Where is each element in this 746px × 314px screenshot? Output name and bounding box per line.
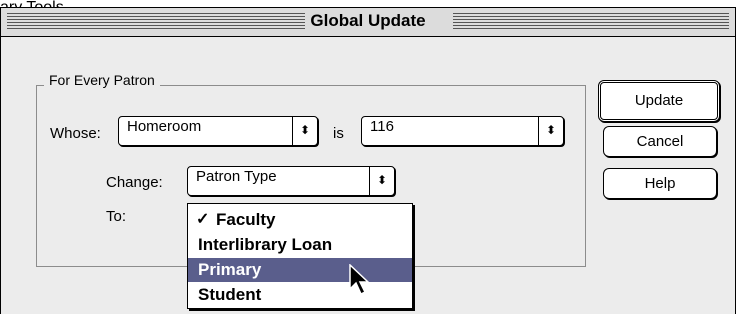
menu-item-faculty[interactable]: ✓ Faculty <box>188 208 412 232</box>
up-down-arrows-icon: ⬍ <box>292 117 317 145</box>
mouse-pointer-icon <box>349 264 370 296</box>
whose-label: Whose: <box>50 125 101 142</box>
is-value: 116 <box>370 118 394 135</box>
change-value: Patron Type <box>196 168 277 185</box>
cancel-button[interactable]: Cancel <box>603 126 717 157</box>
whose-field-popup[interactable]: Homeroom ⬍ <box>118 116 318 146</box>
menu-item-primary[interactable]: Primary <box>188 258 412 282</box>
is-value-popup[interactable]: 116 ⬍ <box>361 116 564 146</box>
dialog-title: Global Update <box>305 11 431 30</box>
checkmark-icon: ✓ <box>196 211 210 228</box>
change-label: Change: <box>106 174 163 191</box>
to-label: To: <box>106 208 127 225</box>
up-down-arrows-icon: ⬍ <box>369 167 394 195</box>
menu-item-label: Student <box>198 285 262 304</box>
update-button[interactable]: Update <box>598 80 720 122</box>
menu-item-interlibrary-loan[interactable]: Interlibrary Loan <box>188 233 412 257</box>
whose-field-value: Homeroom <box>127 118 202 135</box>
title-bar[interactable]: Global Update <box>1 8 735 37</box>
menu-item-student[interactable]: Student <box>188 283 412 307</box>
is-label: is <box>333 125 344 142</box>
up-down-arrows-icon: ⬍ <box>538 117 563 145</box>
patron-type-menu: ✓ Faculty Interlibrary Loan Primary Stud… <box>187 203 413 309</box>
group-label: For Every Patron <box>44 72 160 88</box>
menu-item-label: Faculty <box>216 210 276 229</box>
help-button[interactable]: Help <box>603 168 717 199</box>
menu-item-label: Interlibrary Loan <box>198 235 333 254</box>
menu-item-label: Primary <box>198 260 262 279</box>
change-popup[interactable]: Patron Type ⬍ <box>187 166 395 196</box>
